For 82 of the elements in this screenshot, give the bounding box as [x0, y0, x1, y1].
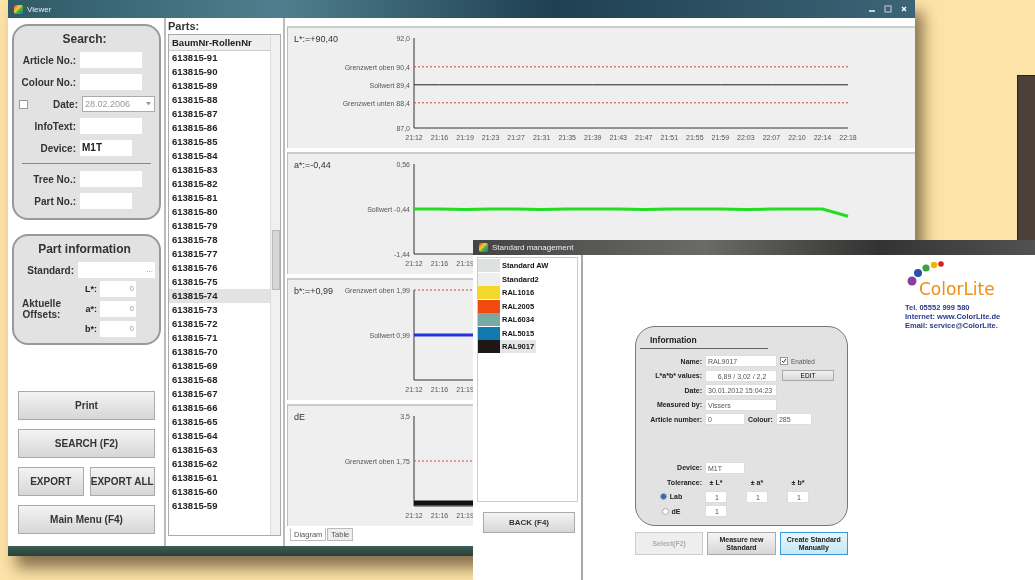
- list-item[interactable]: 613815-59: [169, 499, 270, 513]
- checkbox[interactable]: [780, 357, 788, 366]
- panel-heading: Search:: [61, 32, 108, 46]
- field-label: Device:: [39, 142, 76, 154]
- list-item[interactable]: 613815-61: [169, 471, 270, 485]
- field-label: Date:: [52, 98, 78, 110]
- list-item[interactable]: 613815-80: [169, 205, 270, 219]
- chart-title: L*:=+90,40: [294, 34, 339, 44]
- checkbox[interactable]: [19, 99, 28, 109]
- radio-button[interactable]: [659, 493, 667, 501]
- list-item[interactable]: 613815-87: [169, 107, 270, 121]
- field-label: Standard:: [26, 264, 74, 276]
- radio-button[interactable]: [661, 507, 669, 515]
- field-label: Article No.:: [21, 54, 76, 66]
- input-field[interactable]: M1T: [80, 140, 132, 156]
- list-item[interactable]: 613815-66: [169, 401, 270, 415]
- list-item[interactable]: 613815-63: [169, 443, 270, 457]
- list-item[interactable]: 613815-75: [169, 275, 270, 289]
- field-label: Colour No.:: [20, 76, 76, 88]
- field-label: InfoText:: [33, 120, 76, 132]
- input-field[interactable]: [80, 193, 132, 209]
- maximize-icon[interactable]: [883, 5, 893, 13]
- list-item[interactable]: 613815-71: [169, 331, 270, 345]
- input-field[interactable]: [80, 171, 142, 187]
- list-item[interactable]: 613815-90: [169, 65, 270, 79]
- column-header[interactable]: BaumNr-RollenNr: [169, 35, 270, 51]
- list-item[interactable]: 613815-86: [169, 121, 270, 135]
- logo-text: ColorLite: [919, 279, 996, 299]
- action-button[interactable]: SEARCH (F2): [18, 429, 155, 458]
- input-field[interactable]: [80, 74, 142, 90]
- action-button[interactable]: Main Menu (F4): [18, 505, 155, 534]
- back-button[interactable]: BACK (F4): [483, 512, 575, 533]
- panel-heading: Part information: [37, 242, 132, 256]
- list-item[interactable]: 613815-65: [169, 415, 270, 429]
- list-item[interactable]: 613815-82: [169, 177, 270, 191]
- list-item[interactable]: 613815-68: [169, 373, 270, 387]
- window-title: Viewer: [27, 4, 52, 14]
- list-item[interactable]: 613815-74: [169, 289, 270, 303]
- list-item[interactable]: 613815-78: [169, 233, 270, 247]
- field-label: Aktuelle Offsets:: [21, 298, 62, 320]
- field-label: a*:: [84, 304, 97, 314]
- window-title: Standard management: [492, 243, 574, 252]
- list-item[interactable]: 613815-88: [169, 93, 270, 107]
- field-label: Tree No.:: [32, 173, 76, 185]
- list-item[interactable]: 613815-89: [169, 79, 270, 93]
- field-label: L*:: [84, 284, 97, 294]
- field-label: b*:: [84, 324, 97, 334]
- close-icon[interactable]: [899, 5, 909, 13]
- browse-button[interactable]: ...: [146, 262, 153, 278]
- list-item[interactable]: 613815-70: [169, 345, 270, 359]
- list-item[interactable]: 613815-77: [169, 247, 270, 261]
- list-item[interactable]: 613815-91: [169, 51, 270, 65]
- app-icon: [479, 243, 488, 252]
- chart-title: a*:=-0,44: [294, 160, 331, 170]
- section-heading: Parts:: [168, 19, 201, 34]
- list-item[interactable]: 613815-85: [169, 135, 270, 149]
- field-label: Part No.:: [33, 195, 76, 207]
- app-icon: [14, 4, 23, 14]
- list-item[interactable]: 613815-64: [169, 429, 270, 443]
- action-button[interactable]: EXPORT ALL: [89, 467, 155, 496]
- list-item[interactable]: 613815-79: [169, 219, 270, 233]
- list-item[interactable]: 613815-76: [169, 261, 270, 275]
- chart-title: dE: [294, 412, 305, 422]
- dropdown-icon: [145, 101, 152, 107]
- panel-heading: Information: [640, 333, 768, 349]
- vertical-scrollbar[interactable]: [270, 35, 280, 535]
- chart-title: b*:=+0,99: [294, 286, 334, 296]
- list-item[interactable]: 613815-81: [169, 191, 270, 205]
- list-item[interactable]: 613815-72: [169, 317, 270, 331]
- list-item[interactable]: 613815-60: [169, 485, 270, 499]
- list-item[interactable]: 613815-83: [169, 163, 270, 177]
- action-button[interactable]: Print: [18, 391, 155, 420]
- list-item[interactable]: 613815-73: [169, 303, 270, 317]
- action-button[interactable]: EXPORT: [18, 467, 84, 496]
- list-item[interactable]: 613815-62: [169, 457, 270, 471]
- standard-field[interactable]: ...: [78, 262, 155, 278]
- input-field[interactable]: [80, 118, 142, 134]
- list-item[interactable]: 613815-69: [169, 359, 270, 373]
- list-item[interactable]: 613815-84: [169, 149, 270, 163]
- check-icon: [781, 358, 787, 365]
- input-field[interactable]: [80, 52, 142, 68]
- list-item[interactable]: 613815-67: [169, 387, 270, 401]
